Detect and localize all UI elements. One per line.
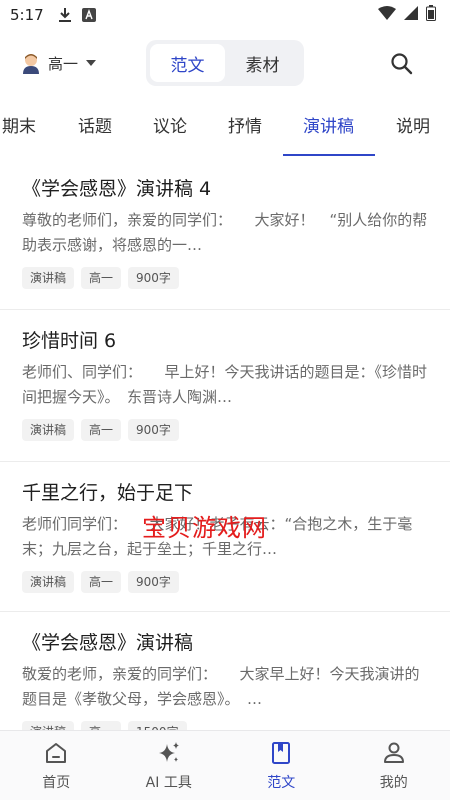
tab-yanjianggao[interactable]: 演讲稿 [303, 104, 354, 150]
grade-selector[interactable]: 高一 [20, 52, 97, 74]
article-list[interactable]: 《学会感恩》演讲稿 4 尊敬的老师们，亲爱的同学们： 大家好！ “别人给你的帮助… [0, 158, 450, 730]
tab-huati[interactable]: 话题 [78, 104, 112, 150]
tag-word-count: 1500字 [128, 721, 187, 730]
person-icon [383, 742, 404, 763]
tab-shuoming[interactable]: 说明 [396, 104, 430, 150]
article-tags: 演讲稿 高一 900字 [22, 571, 428, 593]
nav-ai-tools[interactable]: AI 工具 [113, 731, 226, 800]
article-title: 《学会感恩》演讲稿 [22, 632, 194, 654]
list-item[interactable]: 《学会感恩》演讲稿 敬爱的老师，亲爱的同学们： 大家早上好！今天我演讲的题目是《… [0, 612, 450, 730]
article-snippet: 老师们、同学们： 早上好！今天我讲话的题目是：《珍惜时间把握今天》。 东晋诗人陶… [22, 363, 428, 406]
tag-word-count: 900字 [128, 267, 179, 289]
wifi-icon [378, 6, 396, 24]
tag-word-count: 900字 [128, 571, 179, 593]
article-title: 《学会感恩》演讲稿 4 [22, 178, 212, 200]
article-title: 珍惜时间 6 [22, 330, 117, 352]
search-button[interactable] [389, 51, 415, 77]
cellular-signal-icon [404, 6, 418, 24]
app-notification-icon [81, 8, 96, 22]
article-snippet: 尊敬的老师们，亲爱的同学们： 大家好！ “别人给你的帮助表示感谢，将感恩的一… [22, 211, 428, 254]
article-snippet: 敬爱的老师，亲爱的同学们： 大家早上好！今天我演讲的题目是《孝敬父母，学会感恩》… [22, 665, 420, 708]
book-icon [272, 741, 291, 764]
article-title: 千里之行，始于足下 [22, 482, 194, 504]
download-icon [58, 7, 72, 23]
content-type-toggle: 范文 素材 [146, 40, 304, 86]
tag-genre: 演讲稿 [22, 721, 75, 730]
tag-grade: 高一 [81, 267, 122, 289]
grade-label: 高一 [48, 54, 79, 73]
status-time: 5:17 [10, 6, 44, 24]
segment-fanwen[interactable]: 范文 [150, 44, 225, 82]
nav-label: 首页 [42, 774, 71, 791]
home-icon [46, 742, 67, 763]
sparkle-icon [158, 741, 179, 762]
article-tags: 演讲稿 高一 900字 [22, 419, 428, 441]
top-header: 高一 范文 素材 [0, 38, 450, 90]
list-item[interactable]: 珍惜时间 6 老师们、同学们： 早上好！今天我讲话的题目是：《珍惜时间把握今天》… [0, 310, 450, 462]
tag-genre: 演讲稿 [22, 419, 75, 441]
tag-genre: 演讲稿 [22, 267, 75, 289]
nav-home[interactable]: 首页 [0, 731, 113, 800]
tag-grade: 高一 [81, 721, 122, 730]
status-indicators [378, 5, 436, 25]
tab-yilun[interactable]: 议论 [153, 104, 187, 150]
nav-profile[interactable]: 我的 [338, 731, 450, 800]
battery-icon [426, 5, 436, 25]
tag-grade: 高一 [81, 419, 122, 441]
article-tags: 演讲稿 高一 900字 [22, 267, 428, 289]
chevron-down-icon [86, 60, 97, 66]
article-snippet: 老师们同学们： 大家好！老子有云：“合抱之木，生于毫末；九层之台，起于垒土；千里… [22, 515, 413, 558]
nav-label: 范文 [267, 774, 296, 791]
article-tags: 演讲稿 高一 1500字 [22, 721, 428, 730]
segment-sucai[interactable]: 素材 [225, 44, 300, 82]
search-icon [391, 53, 413, 75]
avatar [20, 52, 42, 74]
list-item[interactable]: 《学会感恩》演讲稿 4 尊敬的老师们，亲爱的同学们： 大家好！ “别人给你的帮助… [0, 158, 450, 310]
tab-qimo[interactable]: 期末 [2, 104, 36, 150]
tag-genre: 演讲稿 [22, 571, 75, 593]
list-item[interactable]: 千里之行，始于足下 老师们同学们： 大家好！老子有云：“合抱之木，生于毫末；九层… [0, 462, 450, 612]
active-tab-indicator [283, 154, 375, 156]
category-tabs: 期末 话题 议论 抒情 演讲稿 说明 [0, 104, 450, 158]
nav-label: 我的 [379, 774, 408, 791]
nav-label: AI 工具 [145, 774, 192, 791]
tab-shuqing[interactable]: 抒情 [228, 104, 262, 150]
status-bar: 5:17 [0, 0, 450, 30]
bottom-navigation: 首页 AI 工具 范文 我的 [0, 730, 450, 800]
nav-fanwen[interactable]: 范文 [225, 731, 338, 800]
tag-grade: 高一 [81, 571, 122, 593]
tag-word-count: 900字 [128, 419, 179, 441]
